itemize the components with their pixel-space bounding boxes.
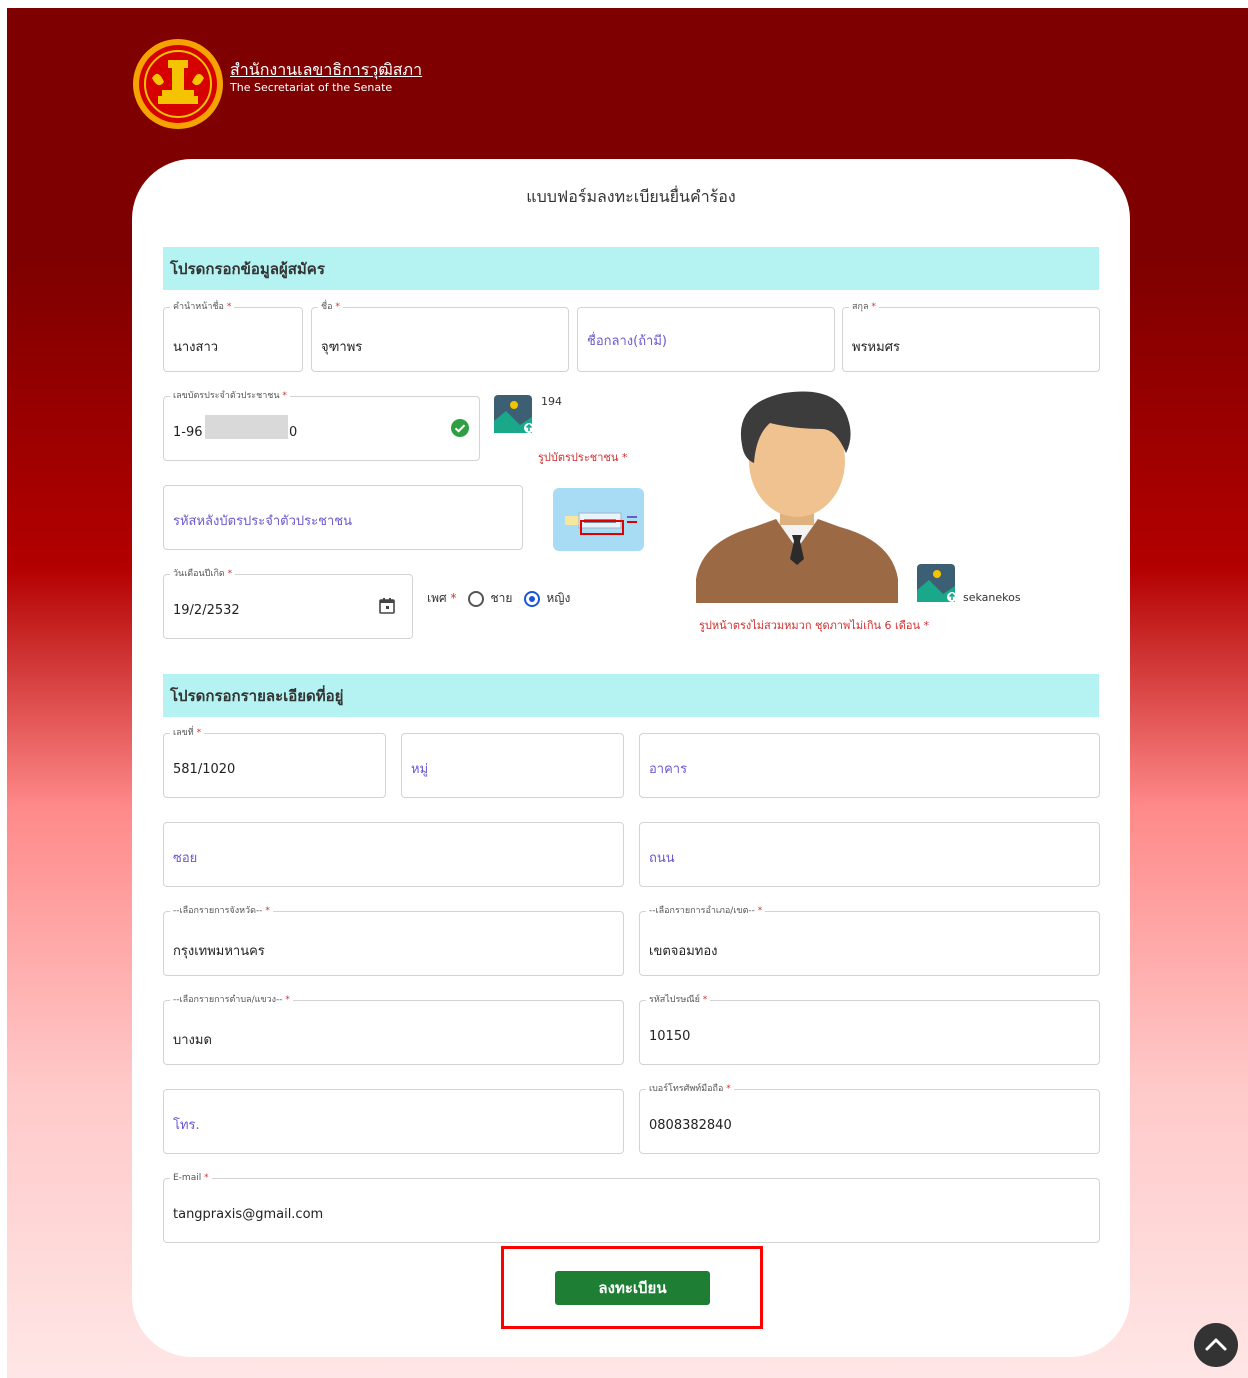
middle-name-input[interactable]: ชื่อกลาง(ถ้ามี)	[577, 307, 835, 372]
soi-placeholder: ซอย	[173, 851, 198, 866]
district-value: เขตจอมทอง	[649, 944, 718, 959]
section-applicant-heading: โปรดกรอกข้อมูลผู้สมัคร	[163, 247, 1099, 290]
prefix-select[interactable]: คำนำหน้าชื่อ * นางสาว	[163, 301, 303, 372]
road-placeholder: ถนน	[649, 851, 675, 866]
first-name-input[interactable]: ชื่อ * จุฑาพร	[311, 301, 569, 372]
gender-radio-group: เพศ * ชาย หญิง	[427, 589, 570, 608]
register-button[interactable]: ลงทะเบียน	[555, 1271, 710, 1305]
moo-placeholder: หมู่	[411, 762, 429, 777]
birth-date-value: 19/2/2532	[173, 603, 240, 618]
id-card-value-start: 1-96	[173, 425, 203, 440]
house-no-input[interactable]: เลขที่ * 581/1020	[163, 727, 386, 798]
valid-check-icon	[451, 419, 469, 437]
email-value: tangpraxis@gmail.com	[173, 1207, 324, 1222]
building-placeholder: อาคาร	[649, 762, 688, 777]
radio-male[interactable]	[468, 590, 485, 607]
photo-filename: sekanekos	[963, 591, 1021, 604]
form-title: แบบฟอร์มลงทะเบียนยื่นคำร้อง	[526, 187, 736, 206]
id-card-value-end: 0	[289, 425, 298, 440]
province-value: กรุงเทพมหานคร	[173, 944, 265, 959]
submit-highlight-box: ลงทะเบียน	[501, 1246, 763, 1329]
id-card-photo-label: รูปบัตรประชาชน *	[538, 451, 628, 464]
prefix-value: นางสาว	[173, 340, 219, 355]
scroll-to-top-button[interactable]	[1194, 1323, 1238, 1367]
photo-upload-icon[interactable]	[917, 564, 955, 602]
postal-code-value: 10150	[649, 1029, 691, 1044]
section-address-heading: โปรดกรอกรายละเอียดที่อยู่	[163, 674, 1099, 717]
id-card-back-code-input[interactable]: รหัสหลังบัตรประจำตัวประชาชน	[163, 485, 523, 550]
road-input[interactable]: ถนน	[639, 822, 1100, 887]
birth-date-input[interactable]: วันเดือนปีเกิด * 19/2/2532	[163, 568, 413, 639]
calendar-icon[interactable]	[378, 597, 396, 615]
district-select[interactable]: --เลือกรายการอำเภอ/เขต-- * เขตจอมทอง	[639, 905, 1100, 976]
photo-requirement-note: รูปหน้าตรงไม่สวมหมวก ชุดภาพไม่เกิน 6 เดื…	[699, 619, 930, 632]
subdistrict-value: บางมด	[173, 1033, 212, 1048]
id-card-input[interactable]: เลขบัตรประจำตัวประชาชน * 1-96 0	[163, 390, 480, 461]
id-card-back-hint-icon	[553, 488, 644, 551]
org-name-en: The Secretariat of the Senate	[230, 81, 393, 94]
postal-code-input[interactable]: รหัสไปรษณีย์ * 10150	[639, 994, 1100, 1065]
house-no-value: 581/1020	[173, 762, 236, 777]
org-name-th[interactable]: สำนักงานเลขาธิการวุฒิสภา	[230, 60, 422, 80]
applicant-photo-avatar[interactable]	[696, 389, 898, 603]
building-input[interactable]: อาคาร	[639, 733, 1100, 798]
senate-seal-logo	[133, 39, 223, 129]
site-header: สำนักงานเลขาธิการวุฒิสภา The Secretariat…	[132, 38, 422, 130]
gender-option-female[interactable]: หญิง	[524, 589, 570, 608]
last-name-value: พรหมศร	[852, 340, 900, 355]
moo-input[interactable]: หมู่	[401, 733, 624, 798]
gender-label: เพศ *	[427, 591, 457, 605]
registration-form-card: แบบฟอร์มลงทะเบียนยื่นคำร้อง โปรดกรอกข้อม…	[132, 159, 1130, 1357]
id-card-upload-icon[interactable]	[494, 395, 532, 433]
soi-input[interactable]: ซอย	[163, 822, 624, 887]
phone-placeholder: โทร.	[173, 1118, 200, 1133]
email-input[interactable]: E-mail * tangpraxis@gmail.com	[163, 1172, 1100, 1243]
mobile-value: 0808382840	[649, 1118, 732, 1133]
id-card-upload-count: 194	[541, 395, 562, 408]
first-name-value: จุฑาพร	[321, 340, 363, 355]
phone-input[interactable]: โทร.	[163, 1089, 624, 1154]
radio-female[interactable]	[524, 590, 541, 607]
back-code-placeholder: รหัสหลังบัตรประจำตัวประชาชน	[173, 514, 352, 529]
gender-option-male[interactable]: ชาย	[468, 589, 512, 608]
middle-name-placeholder: ชื่อกลาง(ถ้ามี)	[587, 334, 667, 349]
subdistrict-select[interactable]: --เลือกรายการตำบล/แขวง-- * บางมด	[163, 994, 624, 1065]
province-select[interactable]: --เลือกรายการจังหวัด-- * กรุงเทพมหานคร	[163, 905, 624, 976]
redaction-mask	[205, 415, 288, 439]
last-name-input[interactable]: สกุล * พรหมศร	[842, 301, 1100, 372]
mobile-input[interactable]: เบอร์โทรศัพท์มือถือ * 0808382840	[639, 1083, 1100, 1154]
